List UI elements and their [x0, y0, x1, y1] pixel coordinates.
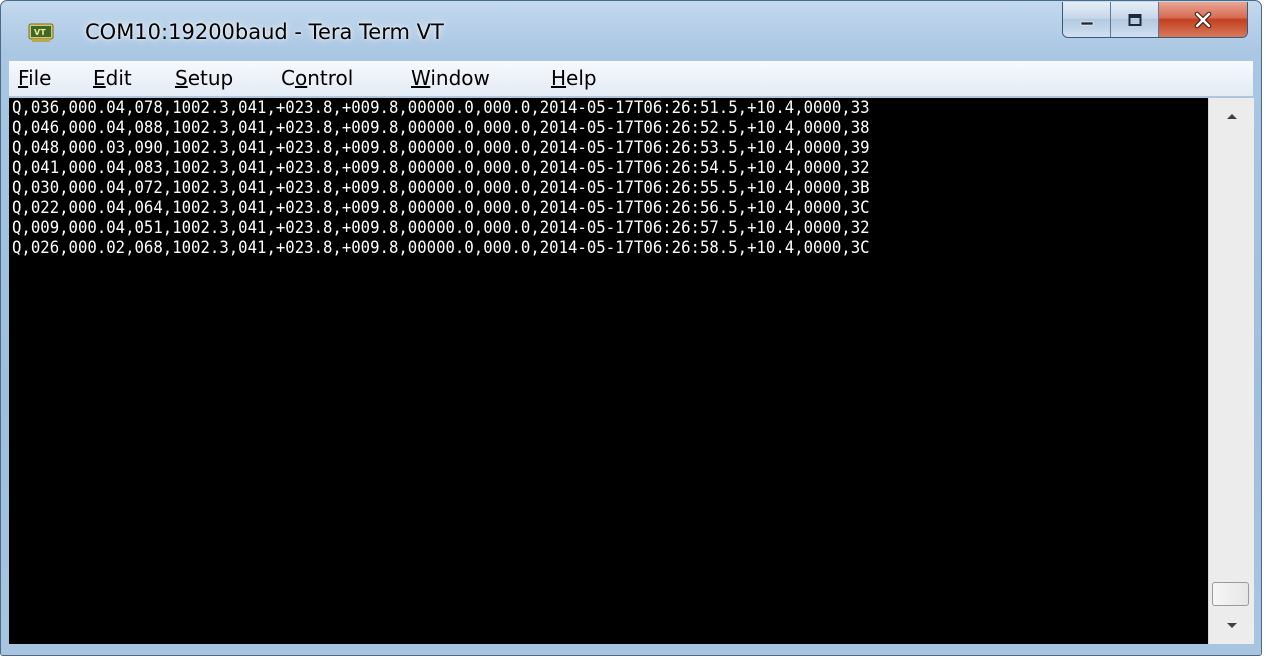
menu-setup-accel: S	[175, 66, 188, 90]
terminal-line: Q,048,000.03,090,1002.3,041,+023.8,+009.…	[12, 138, 870, 157]
terminal-line: Q,022,000.04,064,1002.3,041,+023.8,+009.…	[12, 198, 870, 217]
terminal-line: Q,026,000.02,068,1002.3,041,+023.8,+009.…	[12, 238, 870, 257]
menu-help-rest: elp	[566, 66, 597, 90]
scroll-up-arrow-icon	[1226, 114, 1237, 119]
menu-help[interactable]: Help	[549, 66, 599, 90]
window-title: COM10:19200baud - Tera Term VT	[85, 20, 444, 44]
menu-edit-accel: E	[93, 66, 106, 90]
close-icon	[1194, 11, 1212, 28]
caption-buttons	[1062, 2, 1248, 38]
close-button[interactable]	[1159, 2, 1247, 37]
minimize-button[interactable]	[1063, 2, 1111, 37]
teraterm-vt-icon[interactable]: VT	[28, 23, 54, 43]
window-bottom-border[interactable]	[1, 644, 1261, 655]
terminal-line: Q,041,000.04,083,1002.3,041,+023.8,+009.…	[12, 158, 870, 177]
menu-control-post: ntrol	[307, 66, 354, 90]
menu-file-accel: F	[18, 66, 29, 90]
terminal-line: Q,009,000.04,051,1002.3,041,+023.8,+009.…	[12, 218, 870, 237]
terminal-line: Q,046,000.04,088,1002.3,041,+023.8,+009.…	[12, 118, 870, 137]
terminal-line: Q,030,000.04,072,1002.3,041,+023.8,+009.…	[12, 178, 870, 197]
menu-window-accel: W	[411, 66, 431, 90]
title-bar[interactable]: VT COM10:19200baud - Tera Term VT	[1, 1, 1261, 61]
scroll-up-button[interactable]	[1209, 98, 1254, 134]
scroll-down-button[interactable]	[1209, 608, 1254, 644]
scroll-down-arrow-icon	[1226, 623, 1237, 628]
teraterm-window: VT COM10:19200baud - Tera Term VT File E…	[0, 0, 1262, 656]
maximize-icon	[1128, 13, 1141, 26]
vertical-scrollbar[interactable]	[1208, 98, 1254, 644]
terminal-line: Q,036,000.04,078,1002.3,041,+023.8,+009.…	[12, 98, 870, 117]
menu-edit[interactable]: Edit	[91, 66, 134, 90]
menu-window-rest: indow	[430, 66, 490, 90]
menu-file[interactable]: File	[16, 66, 53, 90]
menu-bar: File Edit Setup Control Window Help	[9, 61, 1253, 97]
menu-control-accel: o	[294, 66, 308, 90]
maximize-button[interactable]	[1111, 2, 1159, 37]
menu-setup[interactable]: Setup	[173, 66, 235, 90]
menu-control[interactable]: Control	[279, 66, 355, 90]
menu-file-rest: ile	[28, 66, 52, 90]
menu-edit-rest: dit	[105, 66, 132, 90]
menu-help-accel: H	[551, 66, 567, 90]
menu-window[interactable]: Window	[409, 66, 492, 90]
svg-text:VT: VT	[34, 28, 46, 37]
menu-control-pre: C	[281, 66, 295, 90]
minimize-icon	[1080, 21, 1093, 25]
terminal-screen[interactable]: Q,036,000.04,078,1002.3,041,+023.8,+009.…	[9, 98, 1208, 644]
scroll-thumb[interactable]	[1212, 582, 1249, 606]
menu-setup-rest: etup	[187, 66, 234, 90]
